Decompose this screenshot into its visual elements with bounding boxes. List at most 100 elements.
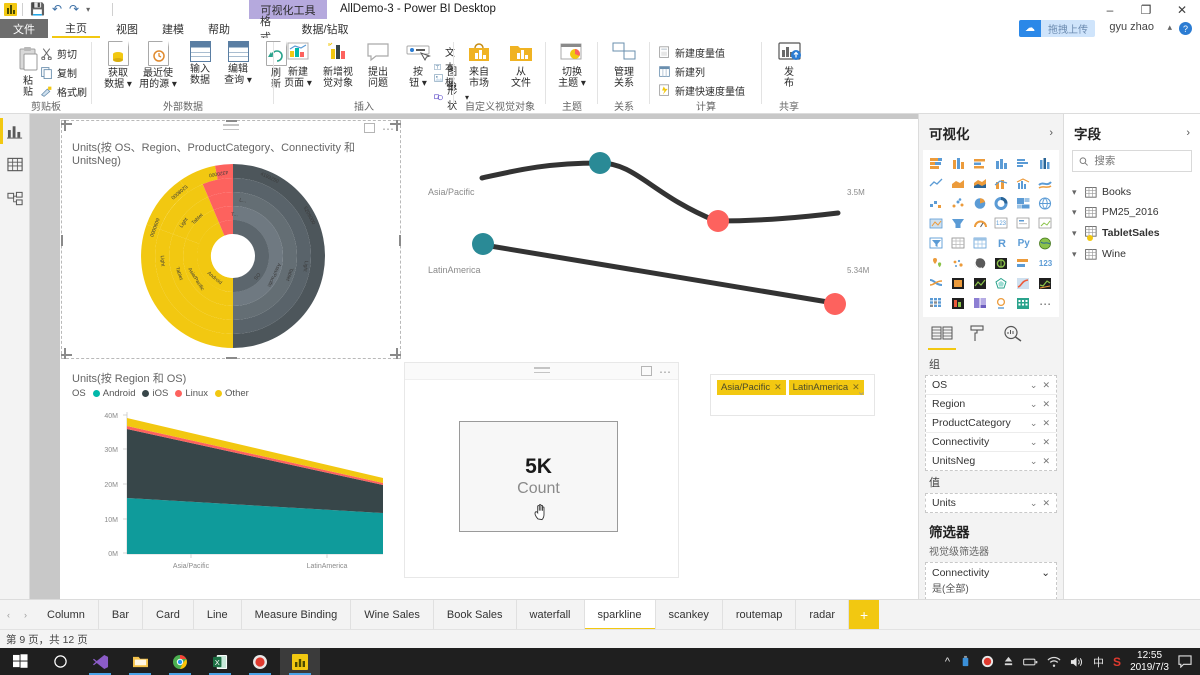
viz-arcgis-map-icon[interactable] [1035, 235, 1056, 252]
page-tab-column[interactable]: Column [34, 600, 99, 630]
publish-button[interactable]: 发布 [767, 41, 811, 89]
legend-label-ios[interactable]: iOS [152, 388, 168, 399]
fields-table-tabletsales[interactable]: ▾ TabletSales [1064, 222, 1200, 244]
ribbon-tab-help[interactable]: 帮助 [198, 19, 240, 38]
well-item-unitsneg[interactable]: UnitsNeg ⌄ ✕ [926, 452, 1056, 470]
chevron-down-icon[interactable]: ▾ [1072, 249, 1080, 260]
focus-mode-icon[interactable] [641, 366, 652, 376]
page-tab-waterfall[interactable]: waterfall [516, 600, 585, 630]
new-quick-measure-button[interactable]: 新建快速度量值 [658, 83, 745, 98]
viz-r-script-visual-icon[interactable]: R [992, 235, 1013, 252]
fields-table-books[interactable]: ▾ Books [1064, 182, 1200, 202]
well-item-productcategory[interactable]: ProductCategory ⌄ ✕ [926, 414, 1056, 433]
viz-number-icon[interactable]: 123 [1035, 255, 1056, 272]
chevron-down-icon[interactable]: ▾ [1072, 228, 1080, 239]
fields-table-pm25-2016[interactable]: ▾ PM25_2016 [1064, 202, 1200, 222]
wifi-icon[interactable] [1047, 656, 1061, 668]
help-icon[interactable]: ? [1179, 22, 1192, 35]
viz-table-icon[interactable] [948, 235, 969, 252]
sidebar-item-data-view[interactable] [0, 148, 30, 182]
field-wells-group[interactable]: OS ⌄ ✕ Region ⌄ ✕ ProductCategory ⌄ ✕ Conne… [925, 375, 1057, 471]
viz-clustered-column-chart-icon[interactable] [1013, 155, 1034, 172]
remove-field-icon[interactable]: ✕ [1042, 498, 1050, 509]
collapse-visualizations-icon[interactable]: › [1049, 127, 1053, 139]
viz-100-stacked-column-chart-icon[interactable] [1035, 155, 1056, 172]
remove-field-icon[interactable]: ✕ [1042, 418, 1050, 429]
tab-analytics[interactable] [1003, 325, 1023, 350]
legend-label-other[interactable]: Other [225, 388, 249, 399]
search-input[interactable] [1094, 155, 1185, 167]
viz-tornado-icon[interactable] [948, 295, 969, 312]
remove-field-icon[interactable]: ✕ [1042, 380, 1050, 391]
well-item-region[interactable]: Region ⌄ ✕ [926, 395, 1056, 414]
ime-indicator[interactable]: 中 [1093, 654, 1104, 670]
viz-infographic-icon[interactable] [992, 295, 1013, 312]
card-value-box[interactable]: 5K Count [459, 421, 618, 532]
visual-sunburst[interactable]: ⋯ Units(按 OS、Region、ProductCategory、Conn… [61, 120, 401, 359]
page-tab-radar[interactable]: radar [796, 600, 850, 630]
report-canvas[interactable]: ⋯ Units(按 OS、Region、ProductCategory、Conn… [30, 114, 918, 599]
ribbon-tab-data-drill[interactable]: 数据/钻取 [292, 19, 358, 38]
undo-icon[interactable]: ↶ [52, 2, 62, 17]
slicer-tag-latinamerica[interactable]: LatinAmerica ✕ [788, 380, 864, 395]
viz-route-map-icon[interactable] [1013, 275, 1034, 292]
new-visual-button[interactable]: 新增视 觉对象 [316, 41, 360, 89]
viz-clustered-bar-chart-icon[interactable] [948, 155, 969, 172]
chrome-taskbar-icon[interactable] [160, 648, 200, 675]
cortana-button[interactable] [40, 648, 80, 675]
ask-question-button[interactable]: 提出 问题 [356, 41, 400, 89]
viz-gauge-icon[interactable] [970, 215, 991, 232]
new-measure-button[interactable]: 新建度量值 [658, 45, 725, 60]
viz-stacked-column-chart-icon[interactable] [992, 155, 1013, 172]
tab-fields[interactable] [928, 325, 956, 350]
viz-bullet-chart-icon[interactable] [1013, 255, 1034, 272]
excel-taskbar-icon[interactable]: X [200, 648, 240, 675]
chevron-down-icon[interactable]: ▾ [1072, 187, 1080, 198]
new-page-button[interactable]: 新建 页面 ▾ [276, 41, 320, 89]
ribbon-tab-modeling[interactable]: 建模 [152, 19, 194, 38]
page-tab-book-sales[interactable]: Book Sales [433, 600, 517, 630]
viz-synoptic-panel-icon[interactable] [992, 255, 1013, 272]
page-tab-sparkline[interactable]: sparkline [584, 600, 656, 630]
powerbi-taskbar-icon[interactable] [280, 648, 320, 675]
battery-icon[interactable] [1023, 656, 1038, 668]
remove-field-icon[interactable]: ✕ [1042, 399, 1050, 410]
chevron-down-icon[interactable]: ▾ [1072, 207, 1080, 218]
page-tab-line[interactable]: Line [193, 600, 242, 630]
viz-video-icon[interactable] [948, 275, 969, 292]
viz-line-chart-icon[interactable] [926, 175, 947, 192]
fields-table-wine[interactable]: ▾ Wine [1064, 244, 1200, 264]
viz-map-icon[interactable] [1035, 195, 1056, 212]
filter-card-connectivity[interactable]: Connectivity ⌄ 是(全部) [925, 562, 1057, 600]
from-file-button[interactable]: 从文件 [499, 41, 543, 89]
page-tab-bar[interactable]: Bar [98, 600, 144, 630]
viz-card-icon[interactable] [1013, 215, 1034, 232]
viz-radar-icon[interactable] [992, 275, 1013, 292]
minimize-button[interactable]: – [1092, 0, 1128, 19]
fields-search-box[interactable] [1072, 150, 1192, 172]
visual-area-chart[interactable]: Units(按 Region 和 OS) OS Android iOS Linu… [61, 362, 401, 598]
next-page-icon[interactable]: › [17, 600, 34, 630]
viz-area-chart-icon[interactable] [948, 175, 969, 192]
viz-stacked-bar-chart-icon[interactable] [926, 155, 947, 172]
add-page-button[interactable]: + [849, 600, 880, 630]
viz-python-visual-icon[interactable]: Py [1013, 235, 1034, 252]
ribbon-tab-file[interactable]: 文件 [0, 19, 48, 38]
chevron-down-icon[interactable]: ⌄ [1030, 399, 1038, 410]
remove-field-icon[interactable]: ✕ [1042, 437, 1050, 448]
well-item-os[interactable]: OS ⌄ ✕ [926, 376, 1056, 395]
viz-matrix-icon[interactable] [970, 235, 991, 252]
ribbon-tab-format[interactable]: 格式 [252, 16, 288, 44]
show-hidden-icons[interactable]: ^ [945, 656, 950, 668]
viz-calendar-icon[interactable] [1013, 295, 1034, 312]
chevron-down-icon[interactable]: ⌄ [1041, 567, 1050, 579]
visual-sparkline[interactable]: Asia/Pacific 3.5M LatinAmerica 5.34M [404, 120, 918, 359]
slicer-tag-asia-pacific[interactable]: Asia/Pacific ✕ [717, 380, 786, 395]
sparkline-chart[interactable]: Asia/Pacific 3.5M LatinAmerica 5.34M [404, 125, 918, 355]
viz-heatmap-icon[interactable] [926, 295, 947, 312]
prev-page-icon[interactable]: ‹ [0, 600, 17, 630]
visual-type-gallery[interactable]: 123 R Py 123 ⋯ [923, 150, 1059, 317]
page-tab-measure-binding[interactable]: Measure Binding [241, 600, 352, 630]
remove-tag-icon[interactable]: ✕ [774, 382, 782, 393]
chevron-down-icon[interactable]: ⌄ [1030, 437, 1038, 448]
